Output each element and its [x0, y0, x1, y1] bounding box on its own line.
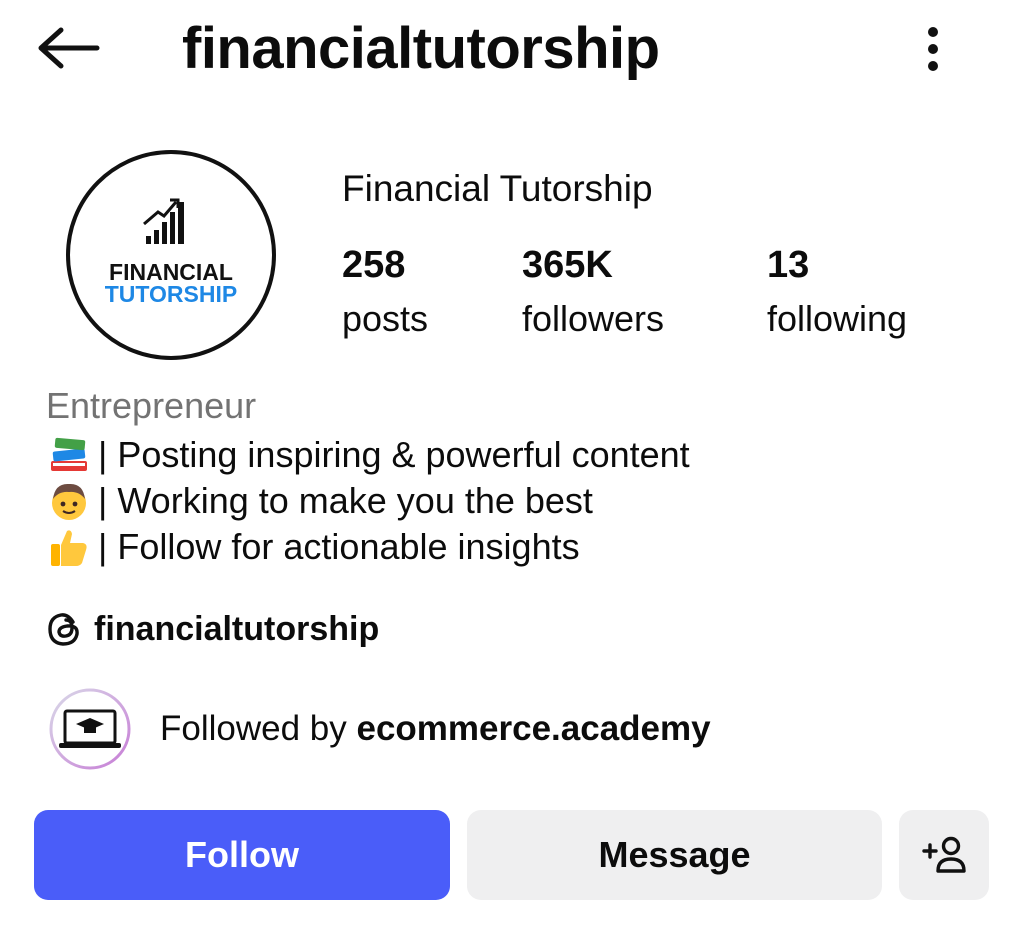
thumbs-up-emoji-icon	[46, 524, 92, 570]
profile-category: Entrepreneur	[46, 385, 257, 426]
back-button[interactable]	[34, 22, 104, 74]
bio-text: | Working to make you the best	[98, 480, 593, 521]
stat-followers[interactable]: 365K followers	[522, 242, 664, 344]
avatar-text-line2: TUTORSHIP	[105, 281, 237, 307]
add-person-icon	[922, 836, 966, 873]
bio-line: | Posting inspiring & powerful content	[46, 432, 690, 478]
bio-text: | Follow for actionable insights	[98, 526, 580, 567]
followed-by-text: Followed by ecommerce.academy	[160, 709, 711, 749]
chart-logo-icon	[143, 198, 184, 244]
bio-text: | Posting inspiring & powerful content	[98, 434, 690, 475]
profile-avatar[interactable]: FINANCIAL TUTORSHIP	[66, 150, 276, 360]
bio-line: | Follow for actionable insights	[46, 524, 580, 570]
stat-label: followers	[522, 298, 665, 339]
more-vertical-icon	[928, 27, 938, 71]
followed-by-prefix: Followed by	[160, 709, 357, 748]
display-name: Financial Tutorship	[342, 168, 653, 209]
stat-value: 258	[342, 244, 406, 286]
followed-by-account[interactable]: ecommerce.academy	[356, 709, 710, 748]
follow-button[interactable]: Follow	[34, 810, 450, 900]
stat-value: 365K	[522, 244, 613, 286]
threads-handle: financialtutorship	[94, 609, 380, 648]
suggested-accounts-button[interactable]	[899, 810, 989, 900]
header-username: financialtutorship	[182, 16, 660, 81]
stat-label: following	[767, 298, 908, 339]
stat-label: posts	[342, 298, 429, 339]
threads-profile-link[interactable]: financialtutorship	[46, 604, 379, 654]
profile-header: financialtutorship	[0, 0, 1024, 100]
mutual-followers-row[interactable]: Followed by ecommerce.academy	[48, 686, 711, 772]
threads-icon	[48, 613, 79, 646]
more-options-button[interactable]	[910, 20, 956, 78]
stat-value: 13	[767, 244, 810, 286]
boy-emoji-icon	[46, 478, 92, 524]
message-button[interactable]: Message	[467, 810, 882, 900]
laptop-graduation-icon	[59, 709, 121, 748]
arrow-left-icon	[38, 27, 100, 69]
stat-following[interactable]: 13 following	[767, 242, 907, 344]
bio-line: | Working to make you the best	[46, 478, 593, 524]
books-emoji-icon	[46, 432, 92, 478]
mutual-follower-avatar	[48, 687, 132, 771]
stat-posts[interactable]: 258 posts	[342, 242, 428, 344]
